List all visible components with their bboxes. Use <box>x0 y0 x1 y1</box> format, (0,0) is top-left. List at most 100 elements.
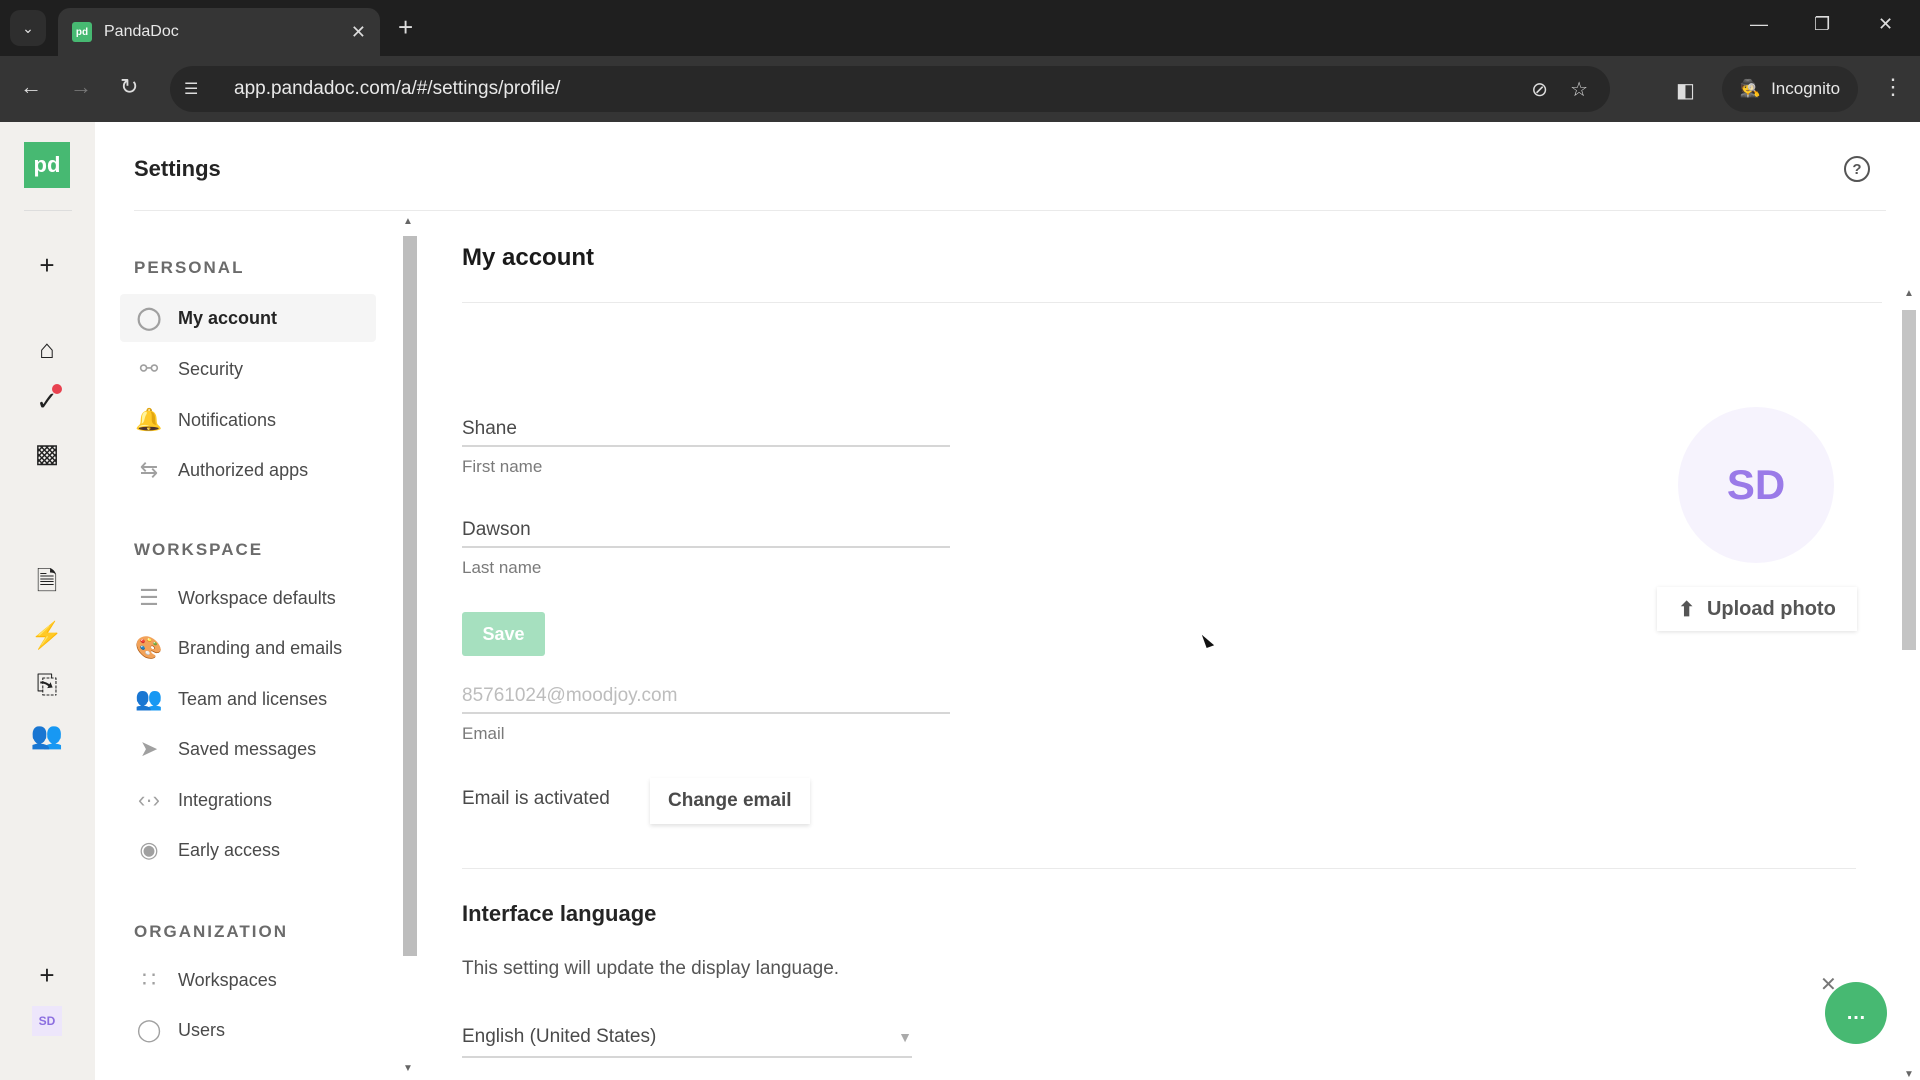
section-divider <box>462 868 1856 869</box>
automation-icon[interactable]: ⚡ <box>30 618 64 652</box>
browser-tab-strip: ⌄ pd PandaDoc ✕ + — ❐ ✕ <box>0 0 1920 56</box>
first-name-input[interactable]: Shane <box>462 411 950 447</box>
nav-item-users[interactable]: ◯ Users <box>120 1006 376 1054</box>
nav-item-label: Notifications <box>178 409 277 430</box>
nav-item-my-account[interactable]: ◯ My account <box>120 294 376 342</box>
help-icon[interactable]: ? <box>1844 156 1870 182</box>
site-info-icon[interactable]: ☰ <box>184 79 212 99</box>
bookmark-star-icon[interactable]: ☆ <box>1570 77 1588 102</box>
scroll-up-icon[interactable]: ▲ <box>1904 288 1914 299</box>
email-input: 85761024@moodjoy.com <box>462 678 950 714</box>
forward-icon[interactable]: → <box>70 74 92 100</box>
nav-item-workspaces[interactable]: ∷ Workspaces <box>120 956 376 1004</box>
nav-item-early-access[interactable]: ◉ Early access <box>120 826 376 874</box>
browser-tab[interactable]: pd PandaDoc ✕ <box>58 8 380 56</box>
nav-item-label: Authorized apps <box>178 459 309 480</box>
scroll-down-icon[interactable]: ▼ <box>403 1063 413 1074</box>
settings-nav-scrollbar[interactable]: ▲ ▼ <box>400 216 418 1074</box>
invite-user-icon[interactable]: + <box>30 958 64 992</box>
nav-item-team[interactable]: 👥 Team and licenses <box>120 675 376 723</box>
page-title: Settings <box>134 156 221 181</box>
user-circle-icon: ◯ <box>136 1017 162 1042</box>
upload-photo-label: Upload photo <box>1706 597 1836 620</box>
reload-icon[interactable]: ↻ <box>120 74 138 100</box>
tab-search-button[interactable]: ⌄ <box>10 10 46 46</box>
nav-item-authorized-apps[interactable]: ⇆ Authorized apps <box>120 446 376 494</box>
new-tab-button[interactable]: + <box>398 12 413 43</box>
back-icon[interactable]: ← <box>20 74 42 100</box>
url-text[interactable]: app.pandadoc.com/a/#/settings/profile/ <box>234 78 1531 100</box>
section-organization: ORGANIZATION <box>134 922 289 941</box>
incognito-badge[interactable]: 🕵 Incognito <box>1722 66 1858 112</box>
send-icon: ➤ <box>139 736 159 761</box>
main-scrollbar[interactable]: ▲ ▼ <box>1900 288 1918 1080</box>
document-icon[interactable]: 🗎 <box>30 566 64 602</box>
nav-item-workspace-defaults[interactable]: ☰ Workspace defaults <box>120 574 376 622</box>
nav-item-label: Workspace defaults <box>178 587 336 608</box>
section-workspace: WORKSPACE <box>134 540 264 559</box>
nav-item-label: Integrations <box>178 789 273 810</box>
pandadoc-logo[interactable]: pd <box>24 142 70 188</box>
close-window-icon[interactable]: ✕ <box>1878 14 1893 35</box>
nav-item-label: Users <box>178 1019 226 1040</box>
user-avatar[interactable]: SD <box>32 1006 62 1036</box>
minimize-icon[interactable]: — <box>1750 14 1768 35</box>
rail-divider <box>24 210 72 211</box>
tab-title: PandaDoc <box>104 23 179 40</box>
scroll-up-icon[interactable]: ▲ <box>403 216 413 227</box>
swap-arrows-icon: ⇆ <box>139 457 159 482</box>
side-panel-icon[interactable]: ◧ <box>1676 78 1695 103</box>
home-icon[interactable]: ⌂ <box>30 332 64 366</box>
save-button[interactable]: Save <box>462 612 545 656</box>
restore-icon[interactable]: ❐ <box>1814 14 1830 35</box>
header-divider <box>134 210 1886 211</box>
section-divider <box>462 302 1882 303</box>
nav-item-saved-messages[interactable]: ➤ Saved messages <box>120 725 376 773</box>
nav-item-notifications[interactable]: 🔔 Notifications <box>120 396 376 444</box>
sliders-icon: ☰ <box>139 585 159 610</box>
nav-item-label: Saved messages <box>178 738 317 759</box>
last-name-input[interactable]: Dawson <box>462 512 950 548</box>
reports-icon[interactable]: ▩ <box>30 436 64 470</box>
team-icon: 👥 <box>135 686 163 711</box>
section-personal: PERSONAL <box>134 258 245 277</box>
email-label: Email <box>462 724 505 743</box>
nav-item-label: My account <box>178 307 278 328</box>
mouse-cursor <box>1201 632 1215 648</box>
scrollbar-thumb[interactable] <box>403 236 417 956</box>
email-status: Email is activated <box>462 788 610 809</box>
scrollbar-thumb[interactable] <box>1902 310 1916 650</box>
nav-item-label: Branding and emails <box>178 637 343 658</box>
templates-icon[interactable]: ⎘ <box>30 668 64 702</box>
nav-item-label: Team and licenses <box>178 688 328 709</box>
eye-off-icon[interactable]: ⊘ <box>1531 77 1548 102</box>
nav-item-label: Early access <box>178 839 281 860</box>
nav-item-branding[interactable]: 🎨 Branding and emails <box>120 624 376 672</box>
first-name-label: First name <box>462 457 543 476</box>
bell-icon: 🔔 <box>135 407 163 432</box>
chat-bubble-icon: … <box>1846 1001 1866 1024</box>
nav-item-integrations[interactable]: ‹·› Integrations <box>120 776 376 824</box>
change-email-button[interactable]: Change email <box>650 778 810 824</box>
browser-menu-icon[interactable]: ⋮ <box>1882 74 1904 100</box>
upload-photo-button[interactable]: ⬆ Upload photo <box>1657 587 1857 631</box>
email-field: 85761024@moodjoy.com Email <box>462 678 950 744</box>
tasks-icon[interactable]: ✓ <box>30 384 64 418</box>
user-circle-icon: ◯ <box>136 305 162 330</box>
incognito-icon: 🕵 <box>1739 79 1762 98</box>
language-select[interactable]: English (United States) ▼ <box>462 1018 912 1058</box>
browser-toolbar: ← → ↻ ☰ app.pandadoc.com/a/#/settings/pr… <box>0 56 1920 122</box>
upload-icon: ⬆ <box>1678 598 1695 621</box>
chat-widget-button[interactable]: … <box>1825 982 1887 1044</box>
pandadoc-favicon-icon: pd <box>72 22 92 42</box>
language-title: Interface language <box>462 901 657 926</box>
chevron-down-icon: ▼ <box>898 1029 912 1045</box>
close-tab-icon[interactable]: ✕ <box>351 22 366 43</box>
scroll-down-icon[interactable]: ▼ <box>1904 1069 1914 1080</box>
address-bar[interactable]: ☰ app.pandadoc.com/a/#/settings/profile/… <box>170 66 1610 112</box>
contacts-icon[interactable]: 👥 <box>30 718 64 752</box>
plus-icon[interactable]: + <box>30 248 64 282</box>
nav-item-security[interactable]: ⚯ Security <box>120 345 376 393</box>
language-selected: English (United States) <box>462 1026 657 1047</box>
code-icon: ‹·› <box>138 787 160 812</box>
